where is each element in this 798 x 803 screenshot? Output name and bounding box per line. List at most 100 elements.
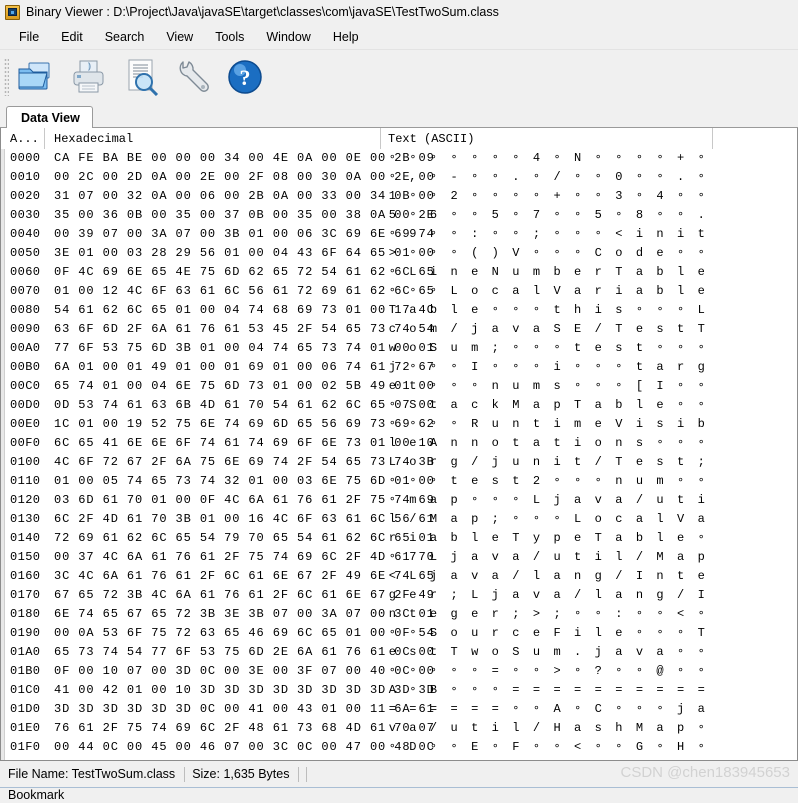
hex-row[interactable]: 0150 00 37 4C 6A 61 76 61 2F 75 74 69 6C … [1, 548, 797, 567]
hex-row[interactable]: 00B0 6A 01 00 01 49 01 00 01 69 01 00 06 … [1, 358, 797, 377]
hex-row[interactable]: 0110 01 00 05 74 65 73 74 32 01 00 03 6E … [1, 472, 797, 491]
hex-row-ascii: < Lj a v a / l a n g / In t e [388, 569, 705, 583]
hex-row[interactable]: 020000 49 00 4A 0C 00 4B 00 4C 0C 00 41 … [1, 757, 797, 760]
hex-row[interactable]: 0160 3C 4C 6A 61 76 61 2F 6C 61 6E 67 2F … [1, 567, 797, 586]
hex-row[interactable]: 01F0 00 44 0C 00 45 00 46 07 00 3C 0C 00 … [1, 738, 797, 757]
toolbar: ? [0, 49, 798, 104]
hex-row-bytes: 01 00 05 74 65 73 74 32 01 00 03 6E 75 6… [54, 474, 435, 488]
column-divider-1 [44, 128, 45, 149]
column-divider-3 [712, 128, 713, 149]
tools-button[interactable] [169, 54, 217, 100]
hex-row-bytes: 01 00 12 4C 6F 63 61 6C 56 61 72 69 61 6… [54, 284, 435, 298]
hex-row[interactable]: 0000 CA FE BA BE 00 00 00 34 00 4E 0A 00 … [1, 149, 797, 168]
open-file-button[interactable] [13, 54, 61, 100]
hex-row-ascii: r i a b l e Ty p e Ta b l e ∘ [388, 531, 705, 545]
tab-data-view-label: Data View [21, 110, 80, 125]
hex-row[interactable]: 0040 00 39 07 00 3A 07 00 3B 01 00 06 3C … [1, 225, 797, 244]
preview-button[interactable] [117, 54, 165, 100]
hex-row-address: 00B0 [10, 360, 41, 374]
column-header-address: A... [10, 131, 39, 146]
hex-row-bytes: 77 6F 53 75 6D 3B 01 00 04 74 65 73 74 0… [54, 341, 435, 355]
hex-row-bytes: 00 44 0C 00 45 00 46 07 00 3C 0C 00 47 0… [54, 740, 435, 754]
hex-row[interactable]: 01B0 0F 00 10 07 00 3D 0C 00 3E 00 3F 07 … [1, 662, 797, 681]
hex-row-ascii: Ta b l e ∘ ∘ ∘ t h i s ∘ ∘ ∘ L [388, 303, 705, 317]
menu-item-window[interactable]: Window [255, 27, 321, 47]
hex-row-bytes: 0F 00 10 07 00 3D 0C 00 3E 00 3F 07 00 4… [54, 664, 435, 678]
printer-icon [73, 60, 104, 93]
print-button[interactable] [65, 54, 113, 100]
hex-row[interactable]: 0140 72 69 61 62 6C 65 54 79 70 65 54 61 … [1, 529, 797, 548]
hex-row-bytes: 54 61 62 6C 65 01 00 04 74 68 69 73 01 0… [54, 303, 435, 317]
hex-row-bytes: 3C 4C 6A 61 76 61 2F 6C 61 6E 67 2F 49 6… [54, 569, 435, 583]
hex-row[interactable]: 0020 31 07 00 32 0A 00 06 00 2B 0A 00 33 … [1, 187, 797, 206]
hex-row-ascii: = = = = = = ∘ ∘ A ∘ C ∘ ∘ ∘ j a [388, 702, 705, 716]
hex-row-bytes: 3D 3D 3D 3D 3D 3D 0C 00 41 00 43 01 00 1… [54, 702, 435, 716]
hex-row-bytes: 00 2C 00 2D 0A 00 2E 00 2F 08 00 30 0A 0… [54, 170, 435, 184]
hex-row-address: 0140 [10, 531, 41, 545]
hex-row-address: 0110 [10, 474, 41, 488]
hex-row-address: 0060 [10, 265, 41, 279]
binary-viewer-icon [4, 4, 21, 21]
menu-item-edit[interactable]: Edit [50, 27, 94, 47]
hex-row[interactable]: 0170 67 65 72 3B 4C 6A 61 76 61 2F 6C 61 … [1, 586, 797, 605]
hex-row[interactable]: 00D0 0D 53 74 61 63 6B 4D 61 70 54 61 62 … [1, 396, 797, 415]
hex-row[interactable]: 00C0 65 74 01 00 04 6E 75 6D 73 01 00 02 … [1, 377, 797, 396]
menu-bar: File Edit Search View Tools Window Help [0, 24, 798, 49]
hex-row[interactable]: 0080 54 61 62 6C 65 01 00 04 74 68 69 73 … [1, 301, 797, 320]
menu-item-tools[interactable]: Tools [204, 27, 255, 47]
hex-row-ascii: l e An n o t a t i o n s ∘ ∘ ∘ [388, 436, 705, 450]
hex-row-address: 0050 [10, 246, 41, 260]
hex-row-ascii: ∘ 7 Lj a v a / u t i l / Ma p [388, 550, 705, 564]
hex-row[interactable]: 0070 01 00 12 4C 6F 63 61 6C 56 61 72 69 … [1, 282, 797, 301]
hex-row[interactable]: 00E0 1C 01 00 19 52 75 6E 74 69 6D 65 56 … [1, 415, 797, 434]
hex-row-address: 00C0 [10, 379, 41, 393]
hex-row-ascii: c o m / j a v a S E / Te s t T [388, 322, 705, 336]
hex-row[interactable]: 0060 0F 4C 69 6E 65 4E 75 6D 62 65 72 54 … [1, 263, 797, 282]
hex-row-bytes: 41 00 42 01 00 10 3D 3D 3D 3D 3D 3D 3D 3… [54, 683, 435, 697]
hex-row[interactable]: 0180 6E 74 65 67 65 72 3B 3E 3B 07 00 3A … [1, 605, 797, 624]
hex-row-ascii: n t e g e r; >; ∘ ∘: ∘ ∘ < ∘ [388, 607, 705, 621]
hex-row-bytes: 03 6D 61 70 01 00 0F 4C 6A 61 76 61 2F 7… [54, 493, 435, 507]
status-file-size: Size: 1,635 Bytes [192, 767, 290, 781]
hex-row[interactable]: 0030 35 00 36 0B 00 35 00 37 0B 00 35 00 … [1, 206, 797, 225]
menu-item-help[interactable]: Help [322, 27, 370, 47]
hex-row[interactable]: 0190 00 0A 53 6F 75 72 63 65 46 69 6C 65 … [1, 624, 797, 643]
hex-row[interactable]: 0050 3E 01 00 03 28 29 56 01 00 04 43 6F … [1, 244, 797, 263]
hex-row-ascii: Lo r g / j u n i t / Te s t; [388, 455, 705, 469]
hex-row-ascii: ∘ 9 ∘ ∘: ∘ ∘; ∘ ∘ ∘ < i n i t [388, 227, 705, 241]
hex-row[interactable]: 00F0 6C 65 41 6E 6E 6F 74 61 74 69 6F 6E … [1, 434, 797, 453]
hex-row[interactable]: 0120 03 6D 61 70 01 00 0F 4C 6A 61 76 61 … [1, 491, 797, 510]
hex-row-ascii: ∘, ∘ - ∘ ∘. ∘ / ∘ ∘ 0 ∘ ∘. ∘ [388, 170, 705, 184]
hex-row[interactable]: 01C0 41 00 42 01 00 10 3D 3D 3D 3D 3D 3D … [1, 681, 797, 700]
hex-row-list[interactable]: 0000 CA FE BA BE 00 00 00 34 00 4E 0A 00 … [1, 149, 797, 760]
menu-item-search[interactable]: Search [94, 27, 156, 47]
hex-row[interactable]: 01D0 3D 3D 3D 3D 3D 3D 0C 00 41 00 43 01 … [1, 700, 797, 719]
hex-row-address: 0070 [10, 284, 41, 298]
hex-row-address: 0010 [10, 170, 41, 184]
status-file-name: File Name: TestTwoSum.class [8, 767, 176, 781]
window-title: Binary Viewer : D:\Project\Java\javaSE\t… [26, 5, 499, 19]
menu-item-file[interactable]: File [8, 27, 50, 47]
hex-row-ascii: 1 ∘ ∘ 2 ∘ ∘ ∘ ∘ + ∘ ∘ 3 ∘ 4 ∘ ∘ [388, 189, 705, 203]
hex-row[interactable]: 00A0 77 6F 53 75 6D 3B 01 00 04 74 65 73 … [1, 339, 797, 358]
hex-row-address: 01A0 [10, 645, 41, 659]
hex-row[interactable]: 0100 4C 6F 72 67 2F 6A 75 6E 69 74 2F 54 … [1, 453, 797, 472]
hex-row-ascii: ∘I∘J∘∘K∘L∘∘A∘M∘∘ [380, 757, 797, 760]
bookmark-panel[interactable]: Bookmark [0, 787, 798, 803]
hex-row-bytes: 00 39 07 00 3A 07 00 3B 01 00 06 3C 69 6… [54, 227, 435, 241]
menu-item-view[interactable]: View [155, 27, 204, 47]
help-button[interactable]: ? [221, 54, 269, 100]
hex-row[interactable]: 0010 00 2C 00 2D 0A 00 2E 00 2F 08 00 30 … [1, 168, 797, 187]
hex-row-bytes: 65 74 01 00 04 6E 75 6D 73 01 00 02 5B 4… [54, 379, 435, 393]
hex-row[interactable]: 0090 63 6F 6D 2F 6A 61 76 61 53 45 2F 54 … [1, 320, 797, 339]
hex-row[interactable]: 0130 6C 2F 4D 61 70 3B 01 00 16 4C 6F 63 … [1, 510, 797, 529]
tab-data-view[interactable]: Data View [6, 106, 93, 128]
hex-row[interactable]: 01E0 76 61 2F 75 74 69 6C 2F 48 61 73 68 … [1, 719, 797, 738]
hex-row-ascii: e s t Tw o Su m. j a v a ∘ ∘ [388, 645, 705, 659]
hex-row-ascii: ∘ ∘ ∘ ∘ ∘ = ∘ ∘ > ∘? ∘ ∘ @ ∘ ∘ [388, 664, 705, 678]
hex-row-bytes: 65 73 74 54 77 6F 53 75 6D 2E 6A 61 76 6… [54, 645, 435, 659]
hex-row-bytes: 0F 4C 69 6E 65 4E 75 6D 62 65 72 54 61 6… [54, 265, 435, 279]
hex-row[interactable]: 01A0 65 73 74 54 77 6F 53 75 6D 2E 6A 61 … [1, 643, 797, 662]
hex-row-bytes: 67 65 72 3B 4C 6A 61 76 61 2F 6C 61 6E 6… [54, 588, 435, 602]
toolbar-grip[interactable] [4, 58, 9, 96]
